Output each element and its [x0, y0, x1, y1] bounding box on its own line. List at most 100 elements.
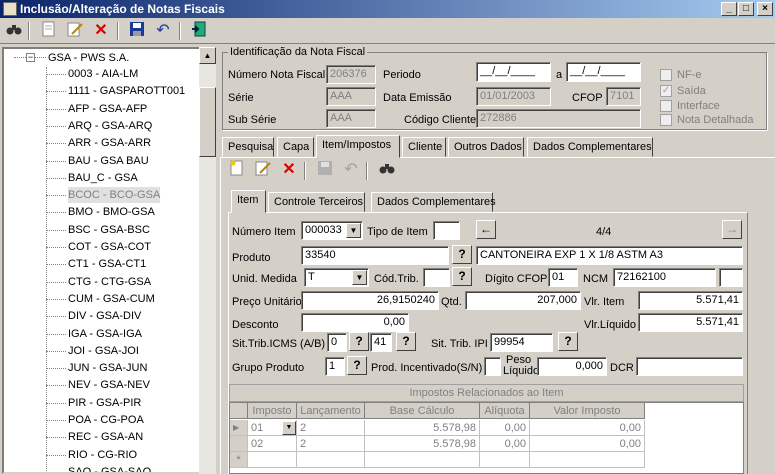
tree-scrollbar[interactable]: ▲: [199, 47, 216, 474]
tree-item[interactable]: IGA - GSA-IGA: [68, 326, 142, 342]
subtab-item[interactable]: Item: [231, 190, 266, 213]
ncm-extra-field[interactable]: [719, 268, 743, 287]
numero-nota-field[interactable]: 206376: [326, 65, 376, 84]
produto-field[interactable]: 33540: [301, 246, 449, 265]
prod-incentivado-field[interactable]: [484, 357, 501, 376]
sit-trib-ipi-search-button[interactable]: ?: [558, 332, 578, 351]
sit-trib-ipi-field[interactable]: 99954: [490, 333, 553, 352]
subtab-dados-complementares[interactable]: Dados Complementares: [371, 192, 496, 212]
serie-field[interactable]: AAA: [326, 87, 376, 106]
cod-trib-field[interactable]: [423, 268, 450, 287]
save-item-icon[interactable]: [314, 160, 336, 180]
previous-item-arrow-icon[interactable]: ←: [476, 220, 496, 239]
peso-liquido-field[interactable]: 0,000: [537, 357, 607, 376]
delete-icon[interactable]: ✕: [90, 21, 112, 41]
col-imposto-header[interactable]: Imposto: [248, 403, 297, 419]
numero-item-dropdown-icon[interactable]: ▼: [346, 223, 361, 238]
tree-item[interactable]: JOI - GSA-JOI: [68, 343, 139, 359]
sub-serie-field[interactable]: AAA: [326, 109, 376, 128]
tree-item[interactable]: BAU_C - GSA: [68, 170, 138, 186]
sit-trib-icms-a-search-button[interactable]: ?: [349, 332, 369, 351]
company-tree[interactable]: − GSA - PWS S.A. 0003 - AIA-LM 1111 - GAS…: [2, 47, 216, 474]
tree-item[interactable]: BAU - GSA BAU: [68, 153, 149, 169]
tab-item-impostos[interactable]: Item/Impostos: [316, 135, 400, 158]
maximize-button[interactable]: □: [738, 2, 754, 16]
periodo-inicio-field[interactable]: __/__/____: [476, 62, 551, 82]
cfop-field[interactable]: 7101: [606, 87, 641, 106]
nota-detalhada-checkbox[interactable]: [660, 114, 672, 126]
vlr-liquido-field[interactable]: 5.571,41: [638, 313, 743, 332]
col-lancamento-header[interactable]: Lançamento: [297, 403, 365, 419]
tree-item[interactable]: POA - CG-POA: [68, 412, 144, 428]
new-document-icon[interactable]: [38, 21, 60, 41]
exit-door-icon[interactable]: [188, 21, 210, 41]
sit-trib-icms-b-search-button[interactable]: ?: [396, 332, 416, 351]
data-emissao-field[interactable]: 01/01/2003: [476, 87, 551, 106]
impostos-grid[interactable]: Imposto Lançamento Base Cálculo Alíquota…: [229, 402, 744, 474]
codigo-cliente-field[interactable]: 272886: [476, 109, 641, 128]
vlr-item-field[interactable]: 5.571,41: [638, 291, 743, 310]
tree-item[interactable]: ARQ - GSA-ARQ: [68, 118, 152, 134]
new-row-cell[interactable]: [480, 452, 530, 468]
tree-item[interactable]: BSC - GSA-BSC: [68, 222, 150, 238]
tab-capa[interactable]: Capa: [277, 137, 314, 157]
imposto-dropdown-icon[interactable]: ▼: [282, 421, 296, 435]
table-row-2-base[interactable]: 5.578,98: [365, 436, 480, 452]
tree-item[interactable]: SAO - GSA-SAO: [68, 464, 151, 472]
grupo-produto-search-button[interactable]: ?: [347, 356, 367, 375]
grupo-produto-field[interactable]: 1: [325, 357, 345, 376]
tree-item[interactable]: COT - GSA-COT: [68, 239, 151, 255]
minimize-button[interactable]: _: [721, 2, 737, 16]
tree-item[interactable]: CT1 - GSA-CT1: [68, 256, 146, 272]
sit-trib-icms-b-field[interactable]: 41: [370, 333, 392, 352]
produto-descricao-field[interactable]: CANTONEIRA EXP 1 X 1/8 ASTM A3: [476, 246, 743, 265]
interface-checkbox[interactable]: [660, 100, 672, 112]
sit-trib-icms-a-field[interactable]: 0: [327, 333, 347, 352]
tree-item[interactable]: REC - GSA-AN: [68, 429, 143, 445]
new-row-cell[interactable]: [530, 452, 645, 468]
scroll-thumb[interactable]: [199, 87, 216, 157]
table-row-1-lancamento[interactable]: 2: [297, 420, 365, 436]
table-row-1-aliquota[interactable]: 0,00: [480, 420, 530, 436]
new-row-cell[interactable]: [297, 452, 365, 468]
delete-item-icon[interactable]: ✕: [278, 160, 300, 180]
tab-outros-dados[interactable]: Outros Dados: [448, 137, 524, 157]
tab-pesquisa[interactable]: Pesquisa: [222, 137, 274, 157]
tree-item[interactable]: AFP - GSA-AFP: [68, 101, 147, 117]
edit-item-icon[interactable]: [252, 160, 274, 180]
save-icon[interactable]: [126, 21, 148, 41]
table-row-2-lancamento[interactable]: 2: [297, 436, 365, 452]
saida-checkbox[interactable]: ✓: [660, 85, 672, 97]
qtd-field[interactable]: 207,000: [465, 291, 581, 310]
new-item-icon[interactable]: [226, 160, 248, 180]
col-base-calculo-header[interactable]: Base Cálculo: [365, 403, 480, 419]
tipo-item-field[interactable]: [433, 221, 460, 240]
preco-unitario-field[interactable]: 26,9150240: [301, 291, 439, 310]
digito-cfop-field[interactable]: 01: [548, 268, 578, 287]
produto-search-button[interactable]: ?: [452, 245, 472, 264]
tree-item[interactable]: NEV - GSA-NEV: [68, 377, 150, 393]
tab-dados-complementares[interactable]: Dados Complementares: [527, 137, 653, 157]
subtab-controle-terceiros[interactable]: Controle Terceiros: [268, 192, 365, 212]
undo-icon[interactable]: ↶: [152, 21, 174, 41]
table-row-2-aliquota[interactable]: 0,00: [480, 436, 530, 452]
new-row-cell[interactable]: [248, 452, 297, 468]
cod-trib-search-button[interactable]: ?: [452, 267, 472, 286]
tree-item[interactable]: CUM - GSA-CUM: [68, 291, 155, 307]
unid-medida-dropdown-icon[interactable]: ▼: [352, 270, 367, 285]
tree-item[interactable]: RIO - CG-RIO: [68, 447, 137, 463]
tree-item[interactable]: BCOC - BCO-GSA: [68, 187, 161, 204]
find-item-icon[interactable]: [376, 160, 398, 180]
tree-item[interactable]: 1111 - GASPAROTT001: [68, 83, 185, 99]
undo-item-icon[interactable]: ↶: [340, 160, 362, 180]
dcr-field[interactable]: [636, 357, 743, 376]
binoculars-icon[interactable]: [3, 21, 25, 41]
close-button[interactable]: ×: [757, 2, 773, 16]
tree-item[interactable]: 0003 - AIA-LM: [68, 66, 138, 82]
tree-item[interactable]: PIR - GSA-PIR: [68, 395, 141, 411]
table-row-2-valor[interactable]: 0,00: [530, 436, 645, 452]
nfe-checkbox[interactable]: [660, 69, 672, 81]
new-row-cell[interactable]: [365, 452, 480, 468]
tab-cliente[interactable]: Cliente: [402, 137, 446, 157]
col-valor-imposto-header[interactable]: Valor Imposto: [530, 403, 645, 419]
